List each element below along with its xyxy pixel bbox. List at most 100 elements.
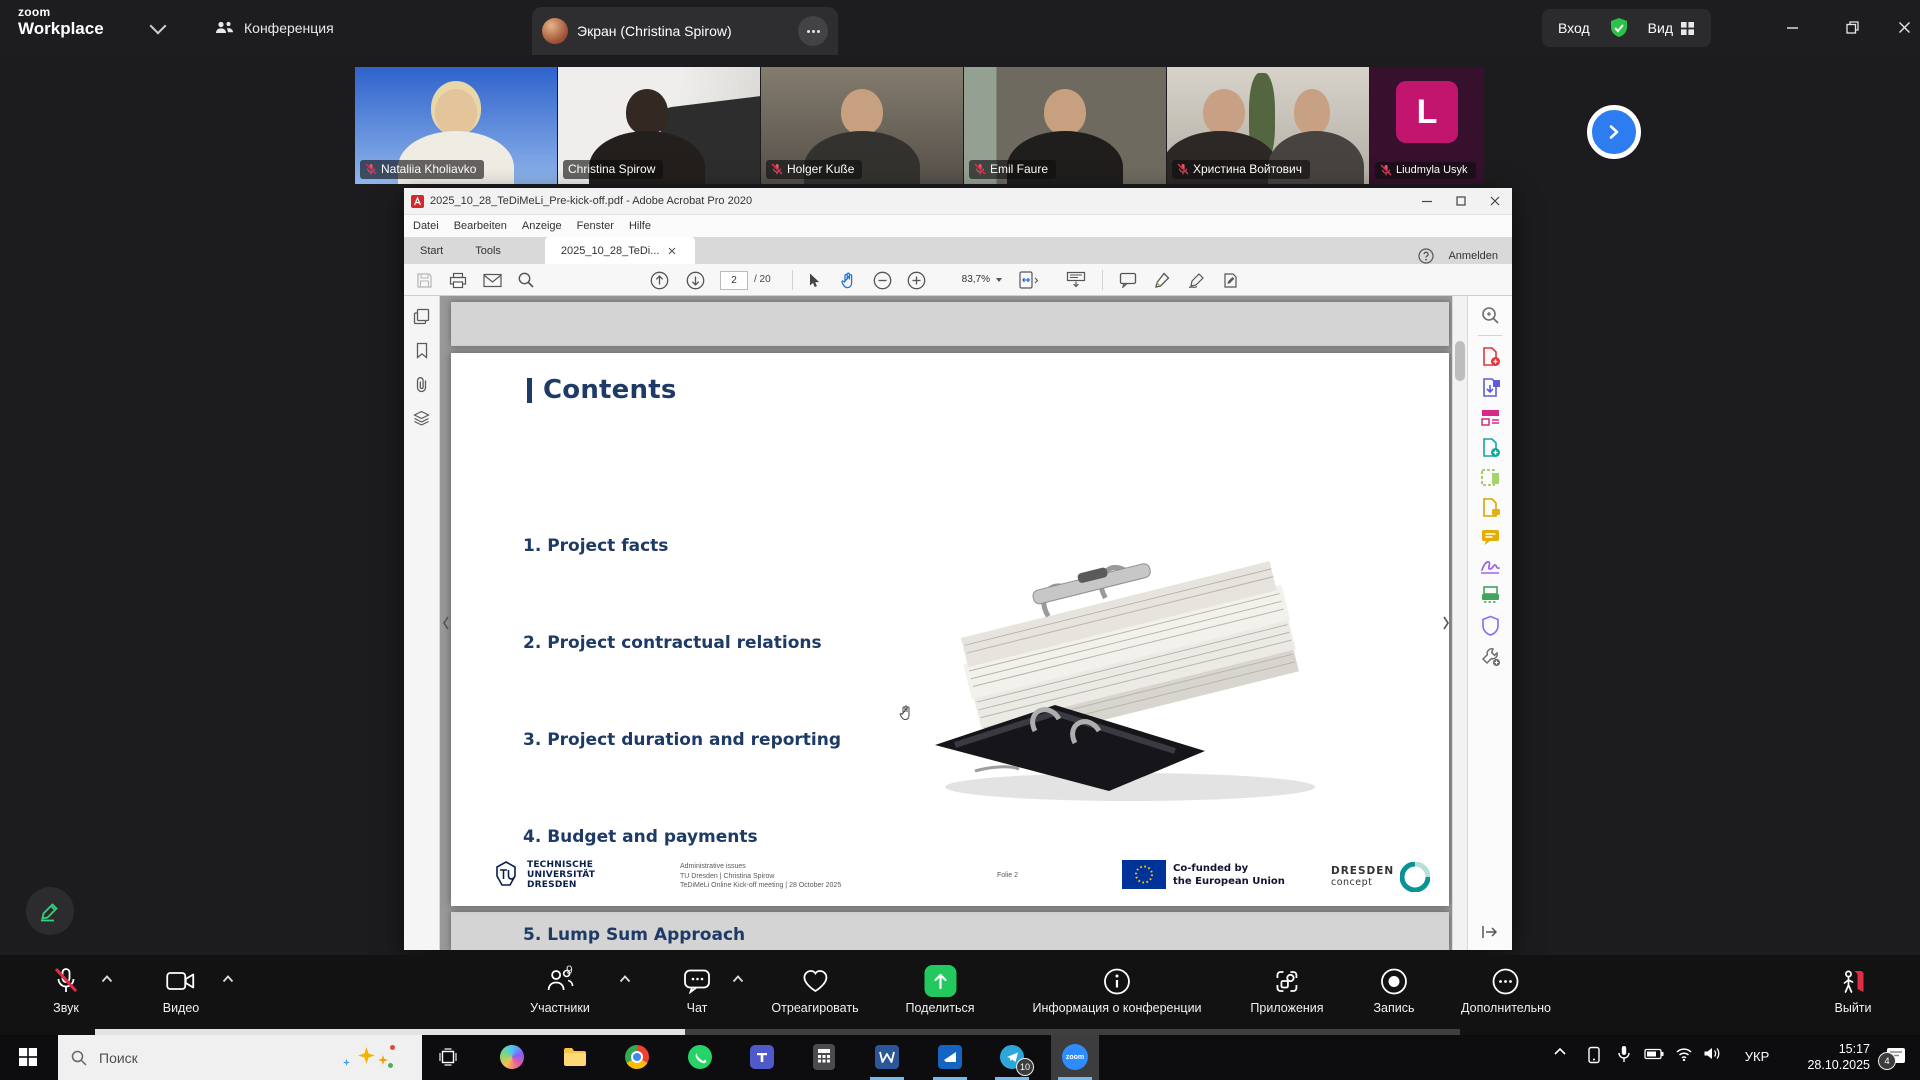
acrobat-signin[interactable]: Anmelden — [1448, 250, 1498, 262]
tray-device-icon[interactable] — [1587, 1046, 1601, 1064]
previous-page-icon[interactable] — [647, 268, 671, 292]
tab-start[interactable]: Start — [404, 237, 459, 264]
participant-tile-liudmyla[interactable]: L Liudmyla Usyk — [1370, 67, 1484, 184]
participant-tile-holger[interactable]: Holger Kuße — [761, 67, 963, 184]
zoom-in-icon[interactable] — [904, 268, 928, 292]
next-view-icon[interactable] — [1481, 924, 1499, 940]
page-thumbnails-icon[interactable] — [413, 308, 430, 325]
page-number-input[interactable] — [720, 271, 748, 290]
tab-tools[interactable]: Tools — [459, 237, 517, 264]
export-pdf-icon[interactable] — [1480, 377, 1501, 398]
presentation-mode-icon[interactable] — [1064, 268, 1088, 292]
taskbar-search-box[interactable]: Поиск — [58, 1035, 422, 1080]
next-participants-button[interactable] — [1587, 105, 1641, 159]
fit-width-icon[interactable] — [1016, 268, 1040, 292]
tray-wifi-icon[interactable] — [1675, 1047, 1693, 1061]
participant-tile-christina[interactable]: Christina Spirow — [558, 67, 760, 184]
menu-bearbeiten[interactable]: Bearbeiten — [454, 220, 507, 232]
share-button[interactable]: Поделиться — [905, 966, 974, 1015]
tray-mic-icon[interactable] — [1618, 1045, 1631, 1064]
more-button[interactable]: Дополнительно — [1461, 966, 1551, 1015]
save-icon[interactable] — [412, 268, 436, 292]
sign-pen-icon[interactable] — [1184, 268, 1208, 292]
participant-tile-khrystyna[interactable]: Христина Войтович — [1167, 67, 1369, 184]
select-tool-icon[interactable] — [802, 268, 826, 292]
participant-tile-nataliia[interactable]: Nataliia Kholiavko — [355, 67, 557, 184]
close-tab-icon[interactable] — [668, 247, 676, 255]
record-button[interactable]: Запись — [1373, 966, 1414, 1015]
highlight-pen-icon[interactable] — [1150, 268, 1174, 292]
menu-hilfe[interactable]: Hilfe — [629, 220, 651, 232]
more-tools-icon[interactable] — [1480, 646, 1501, 667]
attachments-icon[interactable] — [414, 376, 429, 393]
copilot-app-icon[interactable] — [497, 1042, 527, 1072]
tab-document[interactable]: 2025_10_28_TeDi... — [545, 237, 695, 264]
minimize-button[interactable] — [1772, 12, 1812, 42]
notification-center-button[interactable]: 4 — [1886, 1047, 1906, 1066]
whatsapp-icon[interactable] — [685, 1042, 715, 1072]
organize-pages-icon[interactable] — [1480, 408, 1501, 427]
leave-button[interactable]: Выйти — [1834, 966, 1871, 1015]
calculator-icon[interactable] — [809, 1042, 839, 1072]
zoom-app-icon[interactable]: zoom — [1060, 1042, 1090, 1072]
collapse-right-panel-icon[interactable] — [1441, 614, 1451, 632]
chat-options-chevron[interactable] — [732, 975, 744, 983]
next-page-icon[interactable] — [683, 268, 707, 292]
email-icon[interactable] — [480, 268, 504, 292]
search-icon[interactable] — [514, 268, 538, 292]
react-button[interactable]: Отреагировать — [771, 966, 858, 1015]
tab-more-button[interactable] — [798, 16, 828, 46]
collapse-left-panel-icon[interactable] — [441, 614, 451, 632]
audio-options-chevron[interactable] — [101, 975, 113, 983]
zoom-level-select[interactable]: 83,7% — [940, 270, 1002, 289]
chrome-icon[interactable] — [622, 1042, 652, 1072]
task-view-button[interactable] — [433, 1042, 463, 1072]
bookmarks-icon[interactable] — [415, 342, 429, 359]
pdf-document-area[interactable]: Contents 1. Project facts 2. Project con… — [440, 296, 1452, 950]
protect-icon[interactable] — [1481, 615, 1500, 636]
zoom-out-icon[interactable] — [870, 268, 894, 292]
comment-tool-icon[interactable] — [1480, 528, 1501, 547]
menu-datei[interactable]: Datei — [413, 220, 439, 232]
signin-button[interactable]: Вход — [1558, 20, 1590, 36]
video-options-chevron[interactable] — [222, 975, 234, 983]
chat-button[interactable]: Чат — [683, 966, 711, 1015]
tab-screen-share[interactable]: Экран (Christina Spirow) — [532, 7, 838, 55]
tray-language[interactable]: УКР — [1745, 1049, 1770, 1064]
tray-battery-icon[interactable] — [1644, 1048, 1664, 1060]
mute-button[interactable]: Звук — [53, 966, 79, 1015]
print-icon[interactable] — [446, 268, 470, 292]
tray-volume-icon[interactable] — [1704, 1046, 1721, 1061]
combine-files-icon[interactable] — [1480, 437, 1501, 458]
menu-fenster[interactable]: Fenster — [577, 220, 614, 232]
acrobat-titlebar[interactable]: 2025_10_28_TeDiMeLi_Pre-kick-off.pdf - A… — [404, 188, 1512, 215]
telegram-icon[interactable]: 10 — [997, 1042, 1027, 1072]
annotate-button[interactable] — [26, 887, 74, 935]
participants-options-chevron[interactable] — [619, 975, 631, 983]
scan-ocr-icon[interactable] — [1480, 585, 1501, 605]
acrobat-close-button[interactable] — [1478, 188, 1512, 214]
menu-anzeige[interactable]: Anzeige — [522, 220, 562, 232]
fill-sign-icon[interactable] — [1479, 557, 1501, 575]
layers-icon[interactable] — [413, 410, 430, 426]
brand-chevron-down-icon[interactable] — [152, 20, 164, 32]
scrollbar-thumb[interactable] — [1455, 341, 1465, 381]
apps-button[interactable]: Приложения — [1250, 966, 1323, 1015]
marquee-zoom-icon[interactable] — [1480, 305, 1500, 325]
pdf-scrollbar[interactable] — [1452, 296, 1467, 950]
create-pdf-icon[interactable] — [1480, 346, 1501, 367]
close-button[interactable] — [1884, 12, 1920, 42]
comment-icon[interactable] — [1116, 268, 1140, 292]
word-icon[interactable] — [872, 1042, 902, 1072]
teams-icon[interactable] — [747, 1042, 777, 1072]
tray-clock[interactable]: 15:17 28.10.2025 — [1807, 1041, 1870, 1073]
view-button[interactable]: Вид — [1648, 20, 1695, 36]
tab-meeting[interactable]: Конференция — [215, 0, 334, 55]
start-button[interactable] — [13, 1042, 43, 1072]
restore-button[interactable] — [1832, 12, 1872, 42]
stamp-tool-icon[interactable] — [1218, 268, 1242, 292]
participants-button[interactable]: 9 Участники — [530, 966, 590, 1015]
security-shield-icon[interactable] — [1608, 17, 1630, 39]
scanner-app-icon[interactable] — [935, 1042, 965, 1072]
help-icon[interactable] — [1418, 248, 1434, 264]
